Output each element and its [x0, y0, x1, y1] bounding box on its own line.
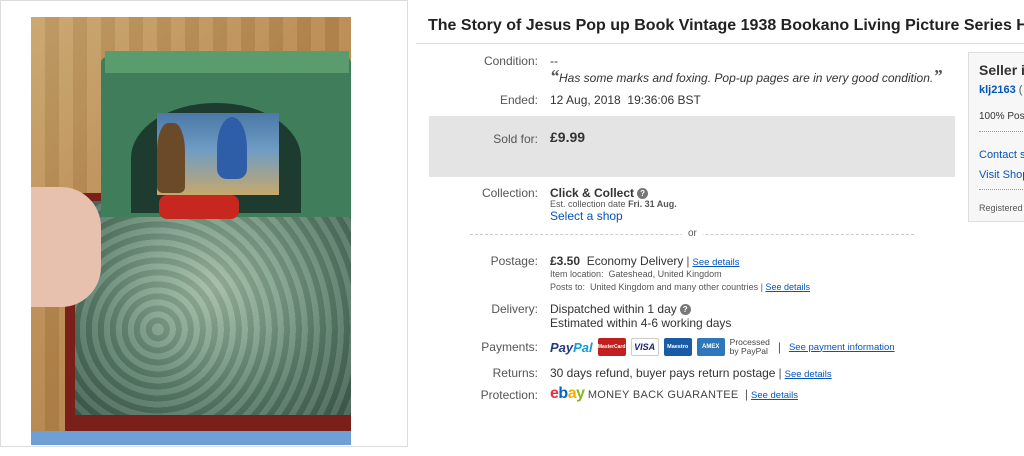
returns-details-link[interactable]: See details	[785, 369, 832, 380]
seller-registered: Registered	[979, 203, 1023, 213]
visa-icon: VISA	[630, 338, 659, 356]
collection-label: Collection:	[481, 186, 538, 200]
collection-value: Click & Collect?	[550, 186, 649, 200]
select-shop-link[interactable]: Select a shop	[550, 209, 623, 223]
visit-shop-link[interactable]: Visit Shop	[979, 169, 1024, 181]
seller-info-title: Seller i	[979, 62, 1024, 78]
delivery-estimate: Estimated within 4-6 working days	[550, 316, 732, 330]
item-image-panel	[0, 0, 408, 447]
protection-details-link[interactable]: See details	[751, 390, 798, 401]
protection-value: ebay MONEY BACK GUARANTEE | See details	[550, 385, 798, 402]
seller-name-link[interactable]: klj2163 (	[979, 84, 1022, 96]
sold-price: £9.99	[550, 129, 586, 145]
amex-icon: AMEX	[696, 338, 725, 356]
paypal-logo: PayPal	[550, 339, 593, 355]
condition-label: Condition:	[483, 54, 538, 68]
maestro-icon: Maestro	[663, 338, 692, 356]
help-icon[interactable]: ?	[679, 304, 691, 315]
listing-title: The Story of Jesus Pop up Book Vintage 1…	[428, 17, 1024, 34]
processed-by-paypal: Processed by PayPal	[729, 337, 770, 356]
collection-estimate: Est. collection date Fri. 31 Aug.	[550, 199, 677, 209]
title-divider	[416, 43, 1024, 44]
item-photo[interactable]	[31, 17, 351, 445]
posts-to: Posts to: United Kingdom and many other …	[550, 282, 811, 292]
postage-details-link[interactable]: See details	[693, 257, 740, 268]
ended-value: 12 Aug, 2018 19:36:06 BST	[550, 93, 701, 107]
or-text: or	[682, 228, 703, 239]
item-location: Item location: Gateshead, United Kingdom	[550, 269, 722, 279]
payments-label: Payments:	[481, 340, 538, 354]
delivery-value: Dispatched within 1 day?	[550, 302, 691, 316]
returns-value: 30 days refund, buyer pays return postag…	[550, 366, 832, 380]
protection-label: Protection:	[480, 388, 538, 402]
seller-info-box: Seller i klj2163 ( 100% Pos Contact s Vi…	[968, 52, 1024, 222]
mastercard-icon: MasterCard	[597, 338, 626, 356]
sold-price-box	[429, 116, 955, 177]
returns-label: Returns:	[492, 366, 538, 380]
ebay-logo: ebay	[550, 385, 585, 402]
condition-note: “Has some marks and foxing. Pop-up pages…	[550, 66, 943, 86]
payment-info-link[interactable]: See payment information	[789, 342, 895, 353]
contact-seller-link[interactable]: Contact s	[979, 149, 1024, 161]
delivery-label: Delivery:	[491, 302, 538, 316]
ended-label: Ended:	[499, 93, 538, 107]
seller-divider	[979, 131, 1024, 132]
postage-value: £3.50 Economy Delivery | See details	[550, 254, 740, 268]
seller-positive-feedback: 100% Pos	[979, 111, 1024, 122]
sold-label: Sold for:	[493, 132, 538, 146]
payment-methods: PayPal MasterCard VISA Maestro AMEX Proc…	[550, 337, 895, 356]
posts-to-details-link[interactable]: See details	[765, 282, 810, 292]
seller-divider	[979, 189, 1024, 190]
help-icon[interactable]: ?	[637, 188, 649, 199]
postage-label: Postage:	[490, 254, 538, 268]
